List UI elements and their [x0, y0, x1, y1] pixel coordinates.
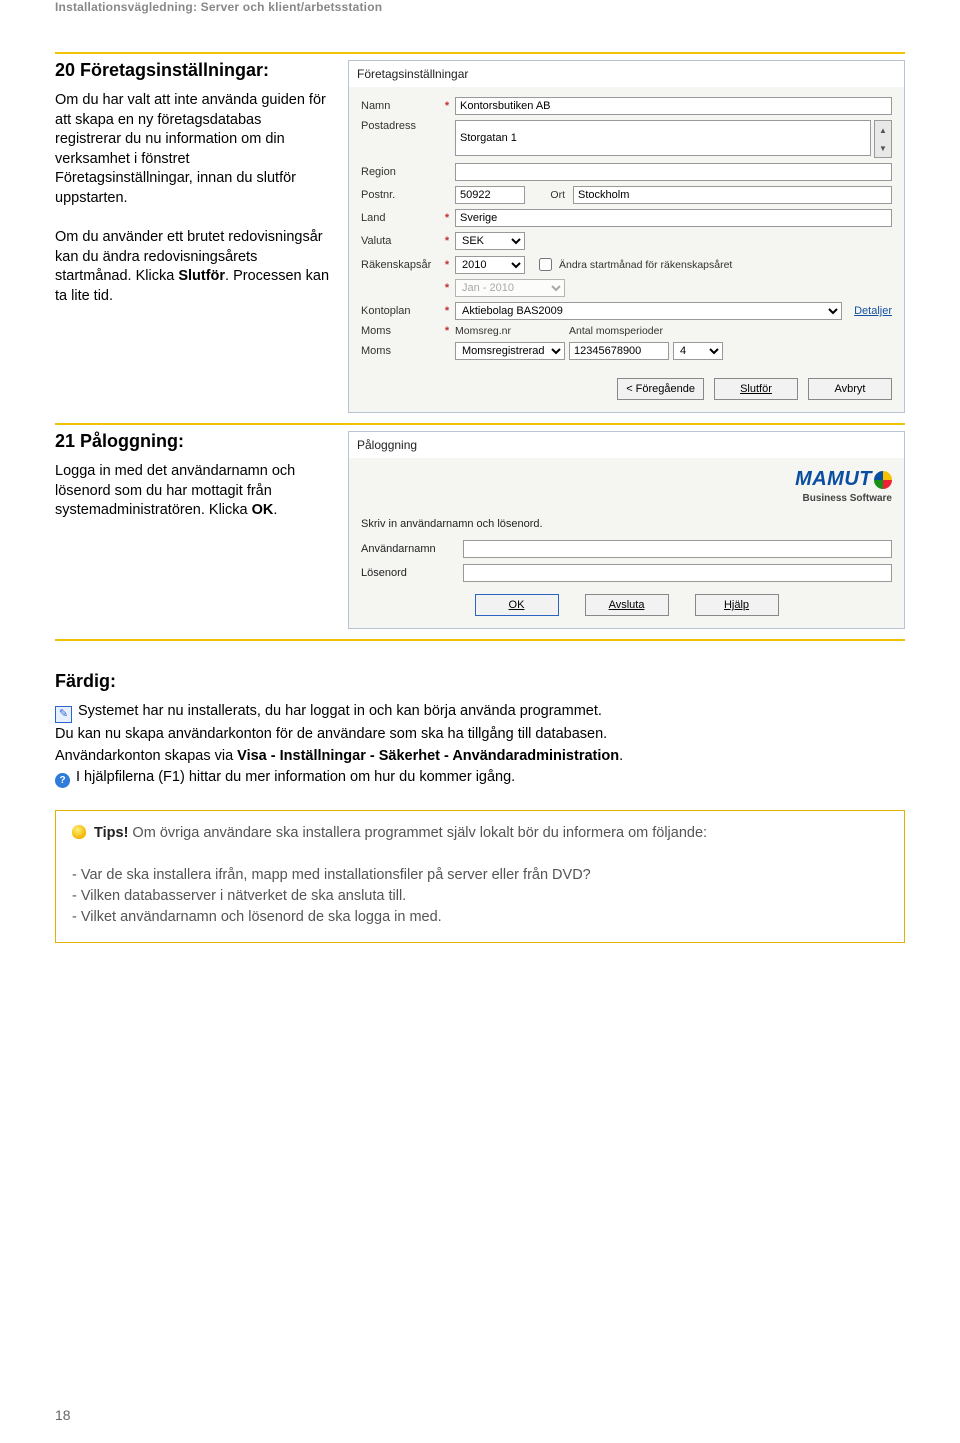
required-marker: * [443, 325, 451, 337]
tips-intro: Om övriga användare ska installera progr… [128, 825, 707, 841]
postadress-input[interactable] [455, 120, 871, 156]
password-input[interactable] [463, 564, 892, 582]
check-icon: ✎ [55, 706, 72, 723]
hjalp-button[interactable]: Hjälp [695, 594, 779, 616]
land-input[interactable] [455, 209, 892, 227]
change-startmonth-checkbox[interactable]: Ändra startmånad för räkenskapsåret [535, 255, 732, 274]
postnr-input[interactable] [455, 186, 525, 204]
tips-bullet-2: - Vilken databasserver i nätverket de sk… [72, 888, 406, 904]
avsluta-button[interactable]: Avsluta [585, 594, 669, 616]
divider [55, 52, 905, 54]
prev-button[interactable]: < Föregående [617, 378, 704, 400]
bulb-icon [72, 825, 86, 839]
required-marker: * [443, 282, 451, 294]
label-rakenskapsar: Räkenskapsår [361, 259, 439, 271]
startmonth-select: Jan - 2010 [455, 279, 565, 297]
required-marker: * [443, 305, 451, 317]
tips-bullet-1: - Var de ska installera ifrån, mapp med … [72, 867, 591, 883]
label-username: Användarnamn [361, 543, 453, 555]
logo-wheel-icon [874, 471, 892, 489]
label-namn: Namn [361, 100, 439, 112]
momsreg-select[interactable]: Momsregistrerad [455, 342, 565, 360]
section-21-body: Logga in med det användarnamn och löseno… [55, 462, 330, 521]
info-icon: ? [55, 773, 70, 788]
fardig-line-3: Användarkonton skapas via Visa - Inställ… [55, 747, 905, 767]
divider [55, 639, 905, 641]
header-title: Installationsvägledning: Server och klie… [55, 0, 905, 14]
cancel-button[interactable]: Avbryt [808, 378, 892, 400]
label-password: Lösenord [361, 567, 453, 579]
login-window: Påloggning MAMUT Business Software Skriv… [348, 431, 905, 629]
window-title: Påloggning [349, 432, 904, 458]
tips-box: Tips! Om övriga användare ska installera… [55, 810, 905, 943]
finish-button[interactable]: Slutför [714, 378, 798, 400]
label-moms: Moms [361, 345, 439, 357]
divider [55, 423, 905, 425]
postadress-scrollbar[interactable]: ▲▼ [874, 120, 892, 158]
label-land: Land [361, 212, 439, 224]
detaljer-link[interactable]: Detaljer [854, 305, 892, 317]
section-20-heading: 20 Företagsinställningar: [55, 60, 330, 81]
section-21-heading: 21 Påloggning: [55, 431, 330, 452]
section-20-body: Om du har valt att inte använda guiden f… [55, 91, 330, 306]
rakenskapsar-select[interactable]: 2010 [455, 256, 525, 274]
mamut-logo: MAMUT Business Software [361, 468, 892, 504]
tips-bullet-3: - Vilket användarnamn och lösenord de sk… [72, 909, 442, 925]
username-input[interactable] [463, 540, 892, 558]
fardig-line-1: ✎Systemet har nu installerats, du har lo… [55, 702, 905, 723]
required-marker: * [443, 100, 451, 112]
fardig-line-2: Du kan nu skapa användarkonton för de an… [55, 725, 905, 745]
label-kontoplan: Kontoplan [361, 305, 439, 317]
momsregnr-input[interactable] [569, 342, 669, 360]
ok-button[interactable]: OK [475, 594, 559, 616]
label-momsregnr: Momsreg.nr [455, 325, 565, 337]
namn-input[interactable] [455, 97, 892, 115]
company-settings-window: Företagsinställningar Namn * Postadress … [348, 60, 905, 413]
momsperioder-select[interactable]: 4 [673, 342, 723, 360]
label-postnr: Postnr. [361, 189, 439, 201]
label-valuta: Valuta [361, 235, 439, 247]
label-antal-momsperioder: Antal momsperioder [569, 325, 892, 337]
fardig-line-4: ?I hjälpfilerna (F1) hittar du mer infor… [55, 768, 905, 788]
ort-input[interactable] [573, 186, 892, 204]
label-region: Region [361, 166, 439, 178]
required-marker: * [443, 259, 451, 271]
valuta-select[interactable]: SEK [455, 232, 525, 250]
tips-lead: Tips! [94, 825, 128, 841]
required-marker: * [443, 212, 451, 224]
region-input[interactable] [455, 163, 892, 181]
required-marker: * [443, 235, 451, 247]
page-number: 18 [55, 1407, 71, 1423]
login-instruction: Skriv in användarnamn och lösenord. [361, 518, 892, 530]
fardig-heading: Färdig: [55, 671, 905, 692]
label-ort: Ort [529, 189, 569, 201]
label-postadress: Postadress [361, 120, 439, 132]
kontoplan-select[interactable]: Aktiebolag BAS2009 [455, 302, 842, 320]
label-moms: Moms [361, 325, 439, 337]
window-title: Företagsinställningar [349, 61, 904, 87]
